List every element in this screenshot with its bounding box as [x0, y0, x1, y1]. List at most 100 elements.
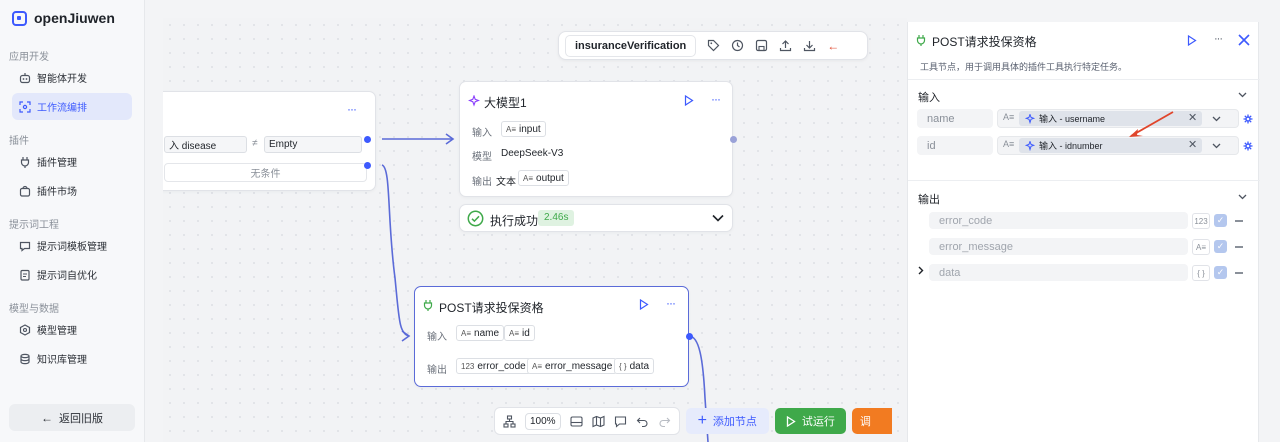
gear-icon[interactable] — [1243, 114, 1253, 124]
reference-text: 输入 - username — [1039, 114, 1106, 124]
zoom-level[interactable]: 100% — [525, 412, 561, 430]
more-icon[interactable]: ··· — [666, 296, 676, 310]
output-section-title: 输出 — [918, 194, 940, 206]
llm-output-port[interactable] — [730, 136, 737, 143]
output-tag-error-message: A≡ error_message — [527, 358, 618, 374]
hexagon-icon — [19, 323, 31, 336]
arrow-left-icon: ← — [41, 410, 53, 425]
chevron-right-icon[interactable] — [918, 266, 924, 275]
model-label: 模型 — [472, 152, 492, 163]
output-name-field: data — [929, 264, 1188, 281]
post-output-port[interactable] — [686, 333, 693, 340]
tag-icon[interactable] — [706, 39, 720, 53]
back-to-old-button[interactable]: ← 返回旧版 — [9, 404, 135, 431]
redo-icon[interactable] — [658, 415, 671, 428]
post-node[interactable]: POST请求投保资格 ··· 输入 A≡ name A≡ id 输出 123 erro… — [414, 286, 693, 387]
sidebar-item-agent-dev[interactable]: 智能体开发 — [12, 64, 132, 91]
output-tag-text: error_code — [477, 360, 526, 372]
sidebar-item-label: 工作流编排 — [37, 103, 87, 114]
chevron-down-icon[interactable] — [1212, 143, 1221, 149]
model-value: DeepSeek-V3 — [501, 148, 564, 159]
more-icon[interactable]: ··· — [1214, 33, 1223, 45]
output-type: 文本 — [496, 177, 516, 188]
chevron-down-icon[interactable] — [1238, 92, 1247, 98]
plug-icon — [916, 35, 926, 46]
sidebar-item-label: 模型管理 — [37, 326, 77, 337]
debug-button[interactable]: 调 — [851, 408, 892, 434]
more-icon[interactable]: ··· — [347, 102, 357, 116]
history-icon[interactable] — [730, 39, 744, 53]
text-type-icon: A≡ — [506, 124, 517, 134]
sidebar-item-workflow[interactable]: 工作流编排 — [12, 93, 132, 120]
sidebar-item-plugin-market[interactable]: 插件市场 — [12, 177, 132, 204]
output-checkbox[interactable]: ✓ — [1214, 214, 1227, 227]
minimap-icon[interactable] — [570, 415, 583, 428]
upload-icon[interactable] — [778, 39, 792, 53]
duration-badge: 2.46s — [538, 210, 575, 226]
plus-icon: + — [697, 412, 707, 429]
sidebar-item-label: 智能体开发 — [37, 74, 87, 85]
input-tag: A≡ input — [501, 121, 546, 137]
close-icon[interactable] — [1238, 34, 1250, 46]
sidebar-item-knowledge-base[interactable]: 知识库管理 — [12, 345, 132, 372]
exit-arrow-icon[interactable]: ← — [826, 39, 840, 53]
map-icon[interactable] — [592, 415, 605, 428]
sidebar-item-model-manage[interactable]: 模型管理 — [12, 316, 132, 343]
sidebar-item-label: 提示词模板管理 — [37, 242, 107, 253]
comment-icon[interactable] — [614, 415, 627, 428]
clear-icon[interactable]: ✕ — [1188, 138, 1197, 151]
text-type-icon: A≡ — [1003, 112, 1015, 122]
chevron-down-icon[interactable] — [1212, 116, 1221, 122]
remove-icon[interactable] — [1235, 220, 1243, 222]
logo[interactable]: openJiuwen — [12, 10, 115, 26]
status-text: 执行成功 — [490, 214, 539, 228]
sidebar-item-prompt-optimize[interactable]: 提示词自优化 — [12, 261, 132, 288]
sidebar: openJiuwen 应用开发 智能体开发 工作流编排 插件 插件管理 插件市场… — [0, 0, 145, 442]
condition-node[interactable]: ··· 入 disease ≠ Empty 无条件 — [163, 91, 376, 191]
logo-icon — [12, 10, 27, 26]
run-node-icon[interactable] — [639, 299, 649, 310]
input-tag-id: A≡ id — [504, 325, 535, 341]
remove-icon[interactable] — [1235, 272, 1243, 274]
chevron-down-icon[interactable] — [712, 214, 724, 222]
download-icon[interactable] — [802, 39, 816, 53]
remove-icon[interactable] — [1235, 246, 1243, 248]
workflow-canvas[interactable]: insuranceVerification ← ··· 入 disease ≠ … — [163, 18, 907, 442]
canvas-top-toolbar: insuranceVerification ← — [558, 31, 868, 60]
add-node-button[interactable]: + 添加节点 — [685, 408, 769, 434]
sidebar-item-plugin-manage[interactable]: 插件管理 — [12, 148, 132, 175]
output-label: 输出 — [472, 177, 492, 188]
more-icon[interactable]: ··· — [711, 92, 721, 106]
workflow-name[interactable]: insuranceVerification — [565, 34, 697, 57]
output-tag-data: { } data — [614, 358, 655, 374]
condition-left-value[interactable]: 入 disease — [164, 136, 247, 153]
output-checkbox[interactable]: ✓ — [1214, 266, 1227, 279]
input-label: 输入 — [427, 332, 447, 343]
sidebar-item-label: 插件市场 — [37, 187, 77, 198]
output-checkbox[interactable]: ✓ — [1214, 240, 1227, 253]
run-node-icon[interactable] — [1187, 35, 1197, 46]
run-node-icon[interactable] — [684, 95, 694, 106]
else-branch[interactable]: 无条件 — [164, 163, 367, 182]
execution-status-bar[interactable]: 执行成功 2.46s — [459, 204, 733, 232]
clear-icon[interactable]: ✕ — [1188, 111, 1197, 124]
divider — [908, 180, 1260, 181]
plug-icon — [423, 300, 433, 311]
add-node-label: 添加节点 — [712, 416, 757, 428]
condition-right-value[interactable]: Empty — [264, 136, 362, 153]
save-icon[interactable] — [754, 39, 768, 53]
chevron-down-icon[interactable] — [1238, 194, 1247, 200]
bag-icon — [19, 185, 31, 197]
port-if[interactable] — [364, 136, 371, 143]
undo-icon[interactable] — [636, 415, 649, 428]
condition-left-text: 入 disease — [169, 141, 217, 152]
sidebar-item-prompt-templates[interactable]: 提示词模板管理 — [12, 232, 132, 259]
param-name-field: id — [917, 136, 993, 155]
sparkle-icon — [1025, 140, 1035, 151]
gear-icon[interactable] — [1243, 141, 1253, 151]
chat-icon — [19, 241, 31, 252]
layout-tree-icon[interactable] — [503, 414, 516, 428]
port-else[interactable] — [364, 162, 371, 169]
llm-node[interactable]: 大模型1 ··· 输入 A≡ input 模型 DeepSeek-V3 输出 文本… — [459, 81, 737, 197]
test-run-button[interactable]: 试运行 — [774, 408, 846, 434]
